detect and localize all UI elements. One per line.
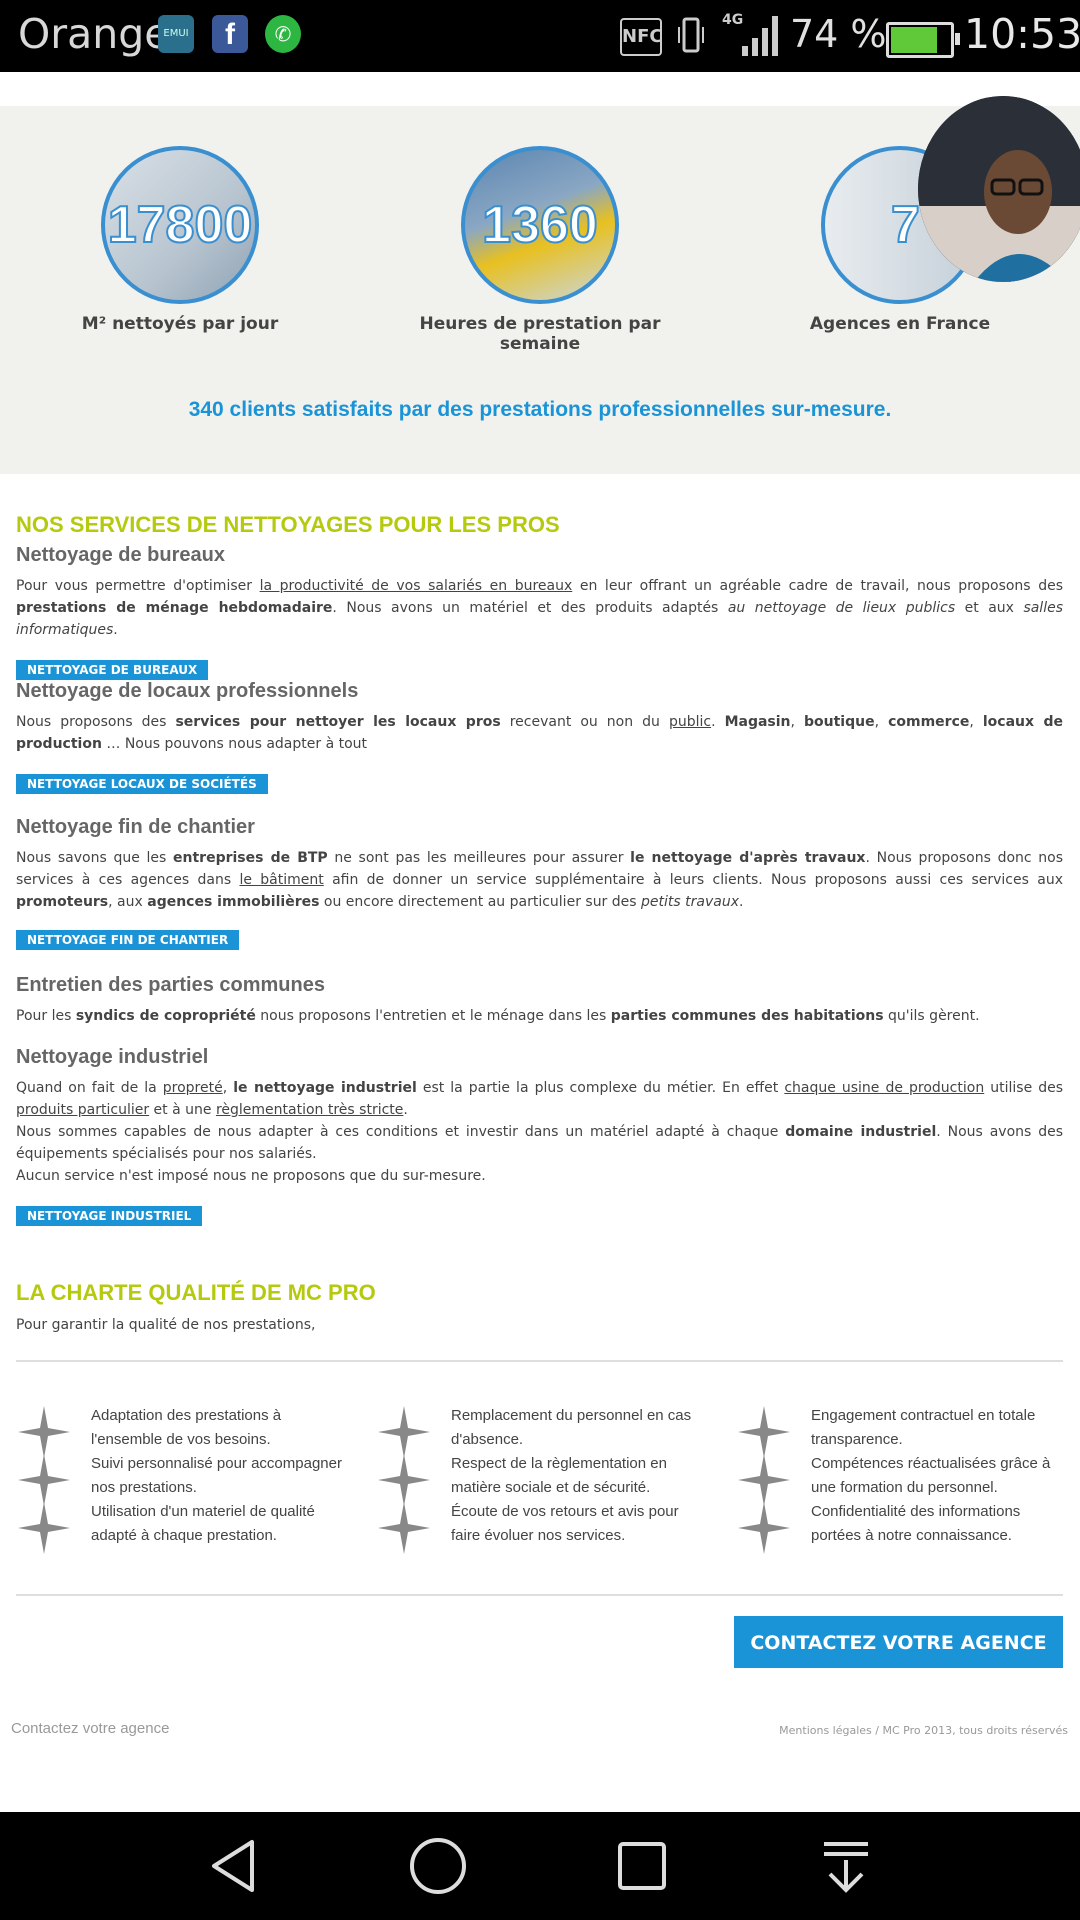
service-heading: Nettoyage fin de chantier [16,816,255,838]
divider [16,1594,1063,1596]
quality-title: LA CHARTE QUALITÉ DE MC PRO [16,1280,376,1305]
quality-item: Remplacement du personnel en cas d'absen… [451,1407,692,1448]
services-title: NOS SERVICES DE NETTOYAGES POUR LES PROS [16,512,560,537]
service-heading: Nettoyage de locaux professionnels [16,680,359,702]
battery-percent: 74 % [790,12,887,56]
service-heading: Nettoyage industriel [16,1046,209,1068]
nettoyage-bureaux-button[interactable]: NETTOYAGE DE BUREAUX [16,660,209,680]
nfc-icon: NFC [620,18,663,56]
carrier-name: Orange [18,10,170,58]
quality-item: Respect de la règlementation en matière … [451,1455,667,1496]
emui-app-icon: EMUI [158,15,194,53]
stat-image: 1360 [461,146,619,304]
nettoyage-chantier-button[interactable]: NETTOYAGE FIN DE CHANTIER [16,930,240,950]
quality-item: Engagement contractuel en totale transpa… [811,1407,1036,1448]
stat-label: Heures de prestation par semaine [419,314,661,354]
service-description: Quand on fait de la propreté, le nettoya… [16,1080,1064,1184]
contact-agency-button[interactable]: CONTACTEZ VOTRE AGENCE [734,1616,1063,1668]
divider [16,1360,1063,1362]
status-bar: Orange EMUI f ✆ NFC 4G 74 % 10:53 [0,0,1080,72]
stat-value: 1360 [481,195,599,255]
star-icon [18,1502,70,1554]
quality-section: LA CHARTE QUALITÉ DE MC PRO Pour garanti… [16,1280,1063,1336]
recent-apps-icon[interactable] [612,1836,672,1896]
service-industriel: Nettoyage industriel Quand on fait de la… [16,1046,1063,1226]
nettoyage-locaux-button[interactable]: NETTOYAGE LOCAUX DE SOCIÉTÉS [16,774,268,794]
quality-item: Adaptation des prestations à l'ensemble … [91,1407,282,1448]
video-chat-bubble[interactable] [918,96,1080,282]
quality-item: Suivi personnalisé pour accompagner nos … [91,1455,342,1496]
star-icon [738,1502,790,1554]
services-section: NOS SERVICES DE NETTOYAGES POUR LES PROS [16,512,1063,538]
home-icon[interactable] [408,1836,468,1896]
service-parties-communes: Entretien des parties communes Pour les … [16,974,1063,1027]
stat-label: M² nettoyés par jour [81,314,279,334]
service-description: Pour vous permettre d'optimiser la produ… [16,578,1063,638]
quality-item: Écoute de vos retours et avis pour faire… [451,1503,679,1544]
stat-hours: 1360 Heures de prestation par semaine [390,146,690,354]
tagline: 340 clients satisfaits par des prestatio… [188,398,892,421]
header-edge [0,72,1080,106]
stat-m2: 17800 M² nettoyés par jour [30,146,330,334]
service-description: Pour les syndics de copropriété nous pro… [16,1008,980,1024]
battery-icon [886,22,960,58]
navigation-bar [0,1812,1080,1920]
quality-column-2: Remplacement du personnel en cas d'absen… [451,1404,711,1548]
service-description: Nous savons que les entreprises de BTP n… [16,850,1064,910]
stat-image: 17800 [101,146,259,304]
back-icon[interactable] [204,1836,264,1896]
service-heading: Entretien des parties communes [16,974,325,996]
quality-column-1: Adaptation des prestations à l'ensemble … [91,1404,351,1548]
footer-contact-link[interactable]: Contactez votre agence [11,1720,169,1737]
quality-column-3: Engagement contractuel en totale transpa… [811,1404,1071,1548]
stat-value: 17800 [107,195,254,255]
service-bureaux: Nettoyage de bureaux Pour vous permettre… [16,544,1063,680]
network-type: 4G [722,12,743,28]
signal-icon: 4G [722,12,778,56]
service-heading: Nettoyage de bureaux [16,544,225,566]
link[interactable]: le bâtiment [239,872,323,888]
vibrate-icon [678,17,704,53]
clock: 10:53 [964,10,1080,58]
facebook-icon: f [212,15,248,53]
person-avatar-icon [918,96,1080,282]
quality-intro: Pour garantir la qualité de nos prestati… [16,1317,316,1333]
link[interactable]: produits particulier [16,1102,149,1118]
nettoyage-industriel-button[interactable]: NETTOYAGE INDUSTRIEL [16,1206,203,1226]
link[interactable]: public [669,714,711,730]
stat-label: Agences en France [809,314,991,334]
whatsapp-icon: ✆ [265,15,301,53]
notification-pulldown-icon[interactable] [816,1836,876,1896]
link[interactable]: la productivité de vos salariés en burea… [260,578,573,594]
link[interactable]: propreté [163,1080,223,1096]
quality-item: Utilisation d'un materiel de qualité ada… [91,1503,315,1544]
link[interactable]: chaque usine de production [784,1080,984,1096]
service-chantier: Nettoyage fin de chantier Nous savons qu… [16,816,1063,950]
quality-item: Compétences réactualisées grâce à une fo… [811,1455,1051,1496]
quality-item: Confidentialité des informations portées… [811,1503,1021,1544]
footer-legal[interactable]: Mentions légales / MC Pro 2013, tous dro… [779,1724,1068,1737]
battery-level [891,27,937,53]
service-locaux: Nettoyage de locaux professionnels Nous … [16,680,1063,794]
service-description: Nous proposons des services pour nettoye… [16,714,1063,752]
star-icon [378,1502,430,1554]
link[interactable]: règlementation très stricte [216,1102,403,1118]
